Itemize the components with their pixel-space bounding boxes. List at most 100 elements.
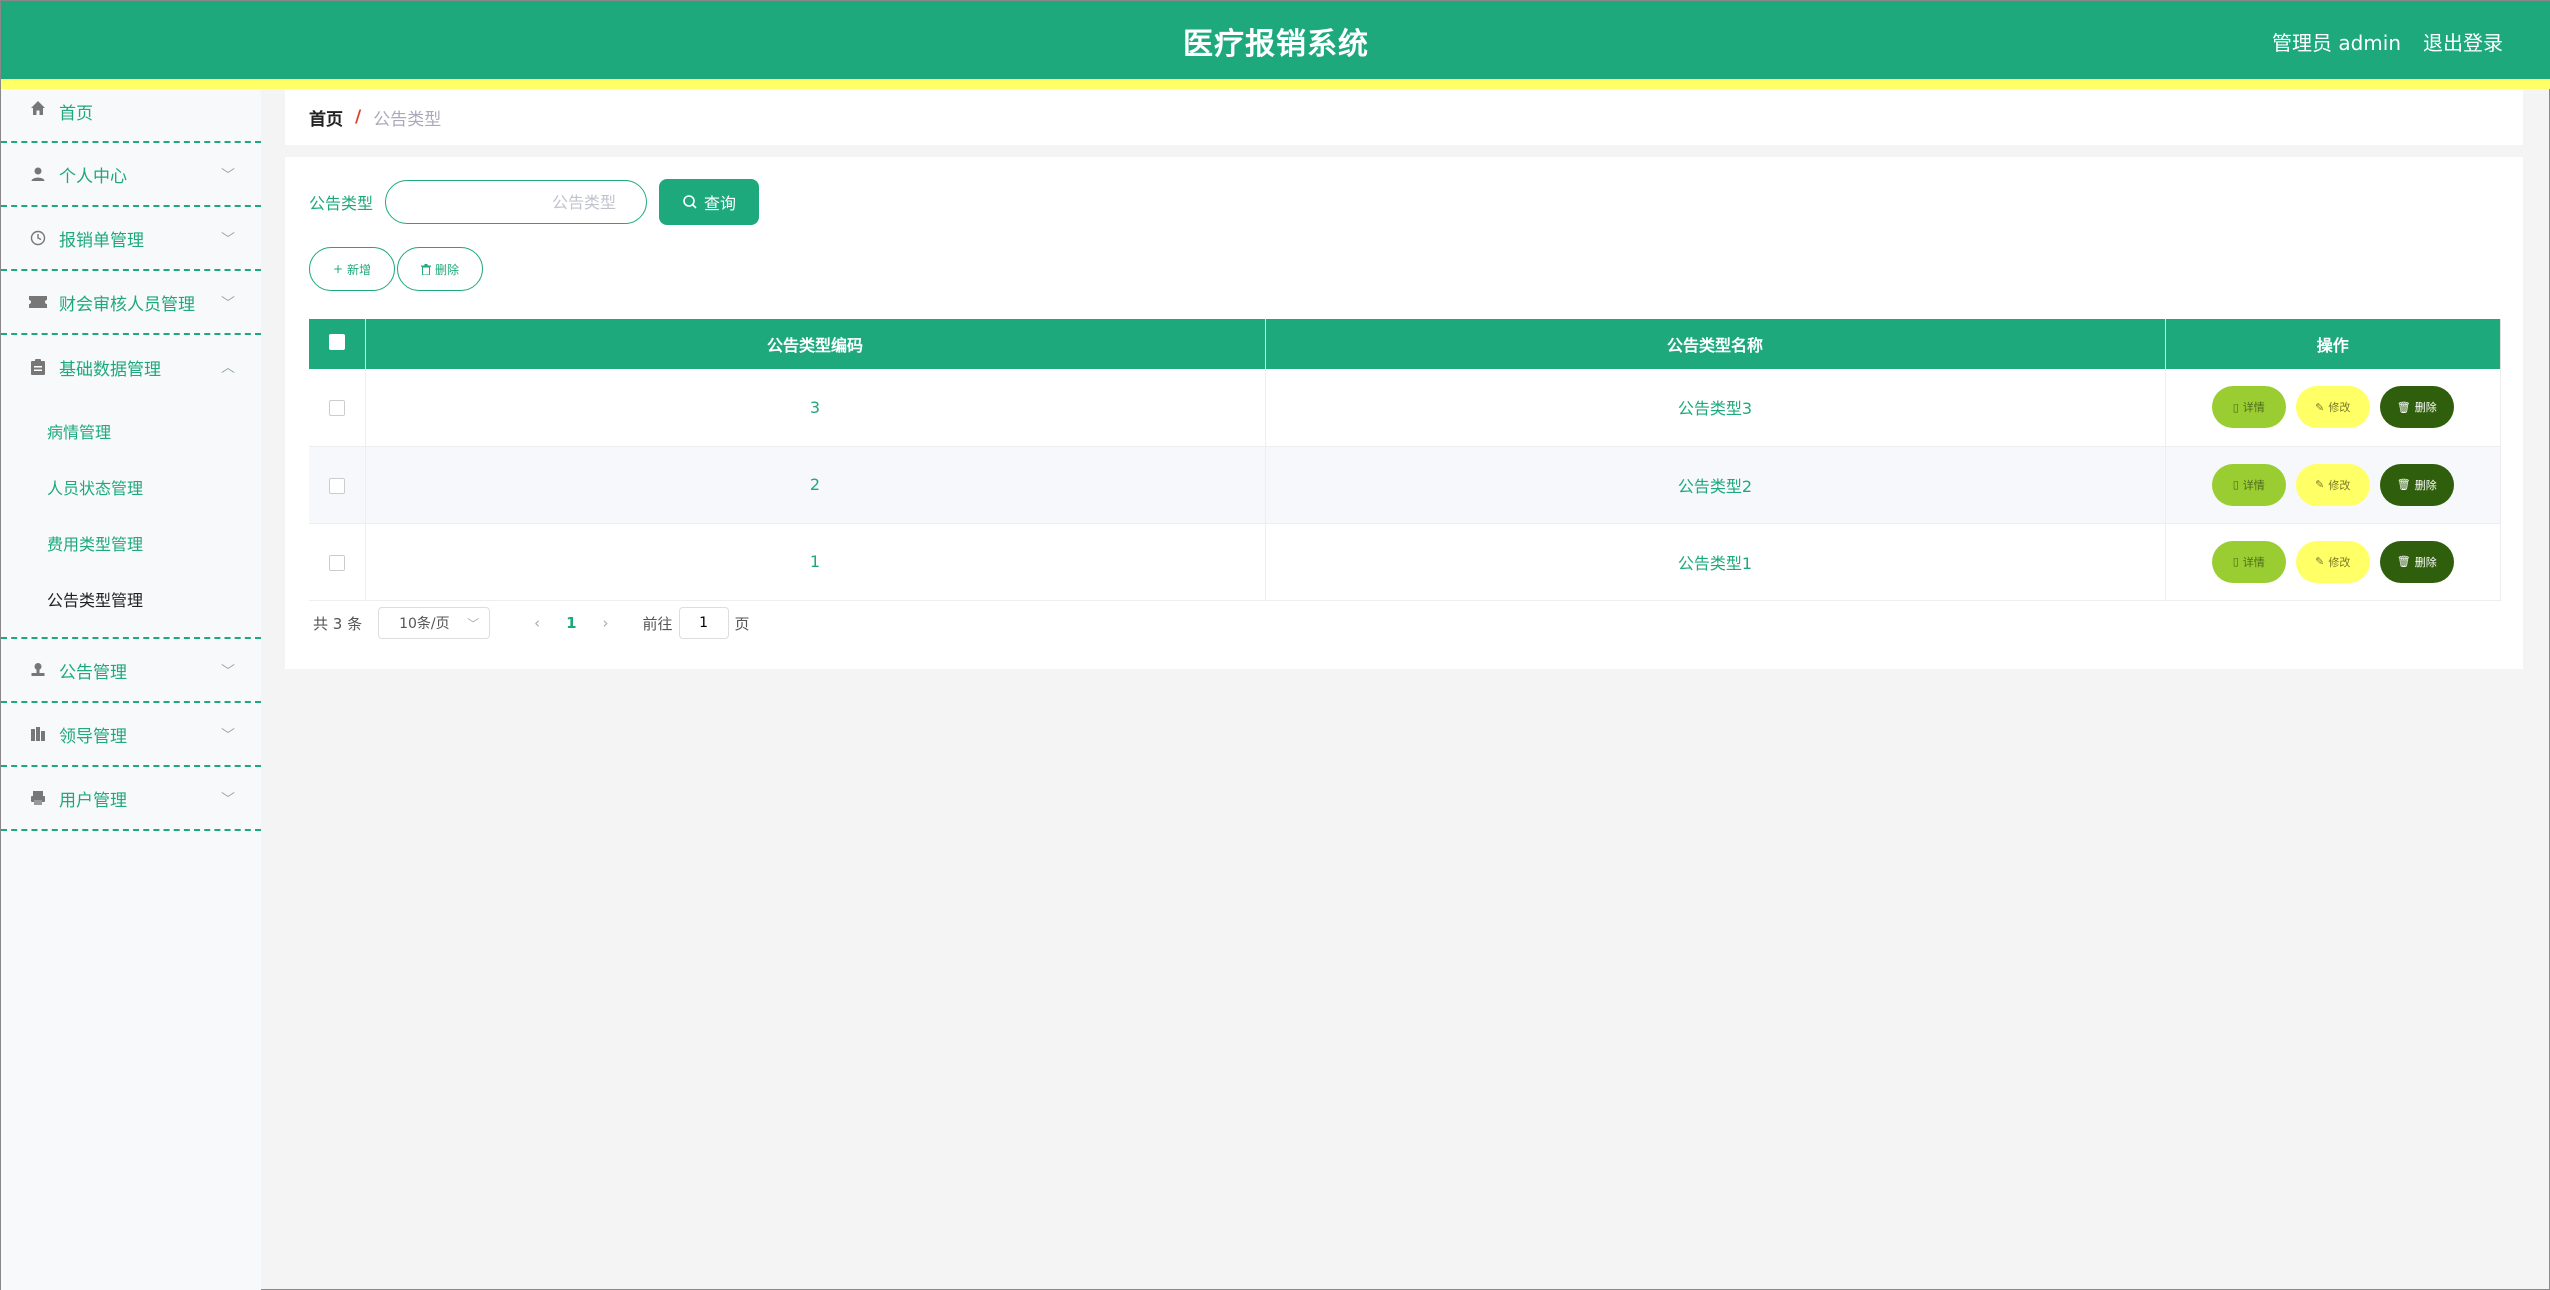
trash-icon	[420, 263, 431, 275]
header-stripe	[1, 79, 2550, 89]
row-select-cell	[309, 446, 366, 524]
cell-name: 公告类型3	[1265, 369, 2166, 447]
row-select-cell	[309, 369, 366, 447]
breadcrumb-current: 公告类型	[373, 109, 442, 130]
delete-button-label: 删除	[434, 262, 459, 277]
edit-label: 修改	[2328, 401, 2351, 415]
chevron-down-icon: ﹀	[221, 728, 235, 744]
delete-button[interactable]: 🗑 删除	[2379, 540, 2454, 583]
table-row: 1 公告类型1 ▯ 详情 ✎ 修改 🗑 删除	[309, 523, 2501, 601]
chevron-down-icon: ﹀	[221, 168, 235, 184]
delete-label: 删除	[2414, 401, 2437, 415]
page-unit-label: 页	[734, 614, 750, 633]
page-size-select[interactable]: 10条/页 ﹀	[378, 607, 491, 639]
edit-label: 修改	[2328, 555, 2351, 569]
edit-button[interactable]: ✎ 修改	[2295, 540, 2370, 583]
main-content: 首页 / 公告类型 公告类型 查询 + 新增 删除	[285, 89, 2523, 669]
ticket-icon	[29, 293, 47, 311]
office-icon	[29, 725, 47, 743]
chevron-down-icon: ﹀	[221, 792, 235, 808]
breadcrumb: 首页 / 公告类型	[285, 89, 2523, 145]
cell-actions: ▯ 详情 ✎ 修改 🗑 删除	[2165, 523, 2501, 601]
search-icon	[683, 195, 697, 209]
document-icon: ▯	[2232, 555, 2239, 568]
current-user: 管理员 admin	[2271, 31, 2401, 55]
search-label: 公告类型	[309, 194, 374, 213]
table-row: 2 公告类型2 ▯ 详情 ✎ 修改 🗑 删除	[309, 446, 2501, 524]
detail-button[interactable]: ▯ 详情	[2211, 386, 2286, 429]
batch-delete-button[interactable]: 删除	[397, 247, 483, 291]
sidebar-item-label: 个人中心	[59, 166, 127, 187]
sidebar-item-label: 领导管理	[59, 726, 127, 747]
table-row: 3 公告类型3 ▯ 详情 ✎ 修改 🗑 删除	[309, 369, 2501, 447]
user-icon	[29, 165, 47, 183]
edit-button[interactable]: ✎ 修改	[2295, 463, 2370, 506]
sidebar: 首页 个人中心 ﹀ 报销单管理 ﹀ 财会审核人员管理 ﹀ 基础数据管理 ︿ 病情…	[1, 89, 261, 1290]
row-select-cell	[309, 523, 366, 601]
home-icon	[29, 99, 47, 117]
column-header-name: 公告类型名称	[1265, 319, 2166, 369]
detail-label: 详情	[2242, 478, 2265, 492]
submenu-item-illness[interactable]: 病情管理	[1, 405, 261, 461]
sidebar-item-basic-data[interactable]: 基础数据管理 ︿	[1, 335, 261, 399]
app-title: 医疗报销系统	[1183, 27, 1369, 62]
page-jump-input[interactable]	[678, 607, 729, 639]
page-size-value: 10条/页	[399, 616, 450, 632]
detail-button[interactable]: ▯ 详情	[2211, 463, 2286, 506]
delete-label: 删除	[2414, 555, 2437, 569]
submenu-item-notice-type[interactable]: 公告类型管理	[1, 573, 261, 629]
notice-type-table: 公告类型编码 公告类型名称 操作 3 公告类型3 ▯详情 ✎修改 🗑删除	[309, 319, 2501, 601]
sidebar-item-reimbursement[interactable]: 报销单管理 ﹀	[1, 207, 261, 271]
delete-button[interactable]: 🗑 删除	[2379, 386, 2454, 429]
select-all-cell	[309, 319, 366, 369]
search-input[interactable]	[385, 180, 648, 224]
clipboard-icon	[29, 358, 47, 376]
sidebar-item-label: 公告管理	[59, 662, 127, 683]
submenu-item-expense-type[interactable]: 费用类型管理	[1, 517, 261, 573]
select-all-checkbox[interactable]	[328, 334, 345, 350]
document-icon: ▯	[2232, 400, 2239, 414]
page-number[interactable]: 1	[566, 614, 576, 632]
sidebar-item-notices[interactable]: 公告管理 ﹀	[1, 639, 261, 703]
trash-icon: 🗑	[2396, 478, 2411, 491]
sidebar-item-leaders[interactable]: 领导管理 ﹀	[1, 703, 261, 767]
column-header-code: 公告类型编码	[365, 319, 1266, 369]
chevron-down-icon: ﹀	[467, 616, 480, 631]
delete-button[interactable]: 🗑 删除	[2379, 463, 2454, 506]
add-button-label: 新增	[347, 262, 372, 277]
basic-data-submenu: 病情管理 人员状态管理 费用类型管理 公告类型管理	[1, 399, 261, 639]
printer-icon	[29, 789, 47, 807]
sidebar-item-users[interactable]: 用户管理 ﹀	[1, 767, 261, 831]
pagination: 共 3 条 10条/页 ﹀ ‹ 1 › 前往 页	[313, 607, 750, 639]
sidebar-item-label: 财会审核人员管理	[59, 294, 195, 315]
chevron-down-icon: ﹀	[221, 664, 235, 680]
edit-icon: ✎	[2315, 478, 2325, 491]
sidebar-item-auditors[interactable]: 财会审核人员管理 ﹀	[1, 271, 261, 335]
search-bar: 公告类型 查询	[309, 179, 760, 225]
action-buttons: + 新增 删除	[309, 247, 485, 291]
row-checkbox[interactable]	[328, 554, 345, 571]
row-checkbox[interactable]	[328, 477, 345, 494]
plus-icon: +	[332, 262, 344, 276]
logout-link[interactable]: 退出登录	[2423, 27, 2503, 56]
sidebar-item-label: 基础数据管理	[59, 359, 161, 380]
edit-icon: ✎	[2315, 400, 2325, 414]
edit-button[interactable]: ✎ 修改	[2295, 386, 2370, 429]
next-page-icon[interactable]: ›	[603, 614, 609, 632]
add-button[interactable]: + 新增	[309, 247, 395, 291]
prev-page-icon[interactable]: ‹	[534, 614, 540, 632]
chevron-down-icon: ﹀	[221, 296, 235, 312]
cell-name: 公告类型2	[1265, 446, 2166, 524]
search-button[interactable]: 查询	[659, 179, 760, 225]
row-checkbox[interactable]	[328, 400, 345, 417]
app-header: 医疗报销系统 管理员 admin 退出登录	[1, 1, 2550, 79]
detail-button[interactable]: ▯ 详情	[2211, 540, 2286, 583]
table-header-row: 公告类型编码 公告类型名称 操作	[309, 319, 2501, 369]
submenu-item-staff-status[interactable]: 人员状态管理	[1, 461, 261, 517]
document-icon: ▯	[2232, 478, 2239, 491]
cell-actions: ▯ 详情 ✎ 修改 🗑 删除	[2165, 369, 2501, 447]
sidebar-item-profile[interactable]: 个人中心 ﹀	[1, 143, 261, 207]
sidebar-item-label: 首页	[59, 104, 93, 124]
breadcrumb-home[interactable]: 首页	[309, 105, 343, 130]
sidebar-item-home[interactable]: 首页	[1, 89, 261, 143]
